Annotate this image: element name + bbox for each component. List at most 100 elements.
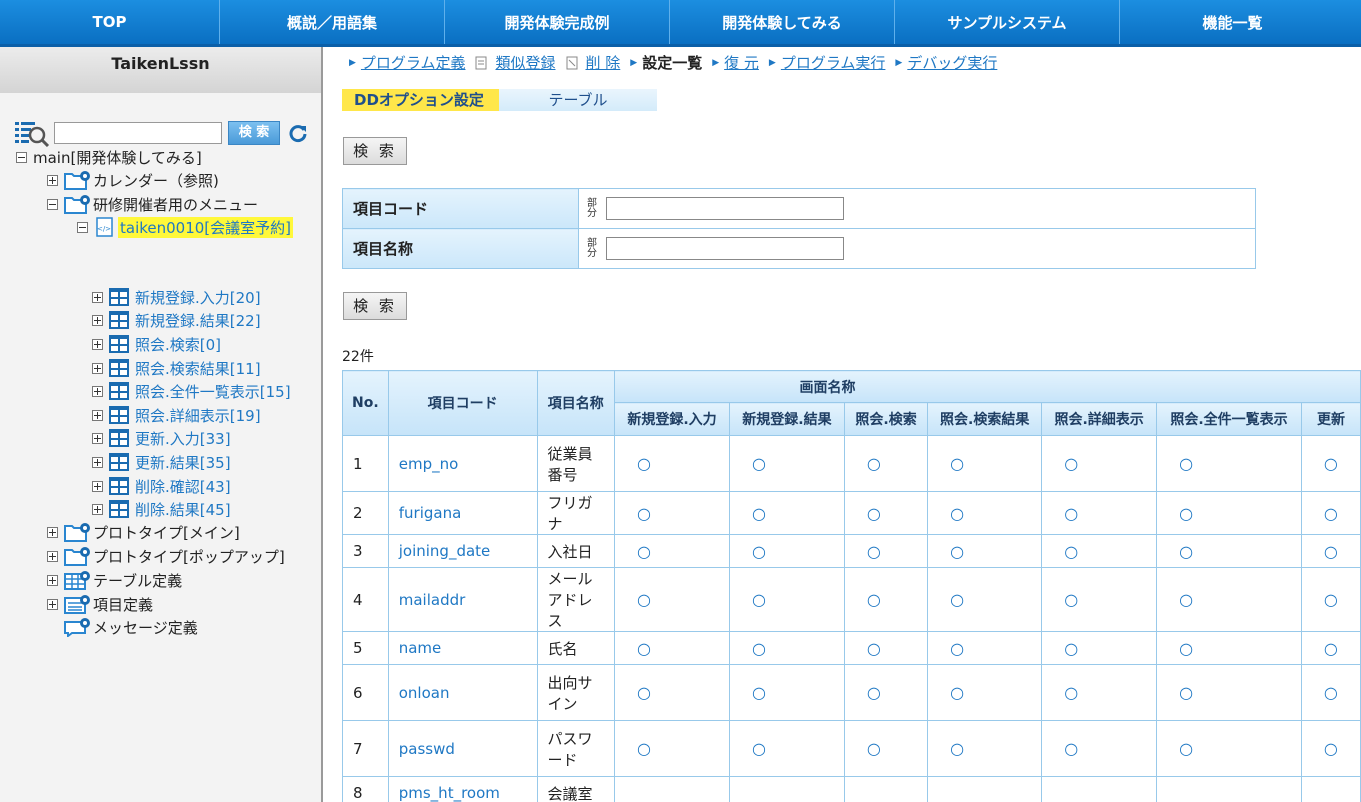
link-similar[interactable]: 類似登録 — [475, 52, 556, 73]
tree-search-input[interactable] — [54, 122, 222, 144]
search-button-bottom[interactable]: 検 索 — [343, 292, 407, 320]
tree-node-main[interactable]: main[開発体験してみる] — [16, 146, 202, 168]
tree-node-screen[interactable]: 照会.検索結果[11] — [92, 357, 261, 379]
tree-node-taiken0010[interactable]: </> taiken0010[会議室予約] — [77, 216, 294, 238]
collapse-toggle[interactable] — [77, 221, 88, 233]
link-label[interactable]: 削 除 — [586, 52, 621, 73]
tree-node-screen[interactable]: 削除.確認[43] — [92, 475, 231, 497]
tree-node-screen[interactable]: 削除.結果[45] — [92, 498, 231, 520]
collapse-toggle[interactable] — [16, 151, 27, 163]
row-screen-mark: ○ — [728, 534, 845, 568]
expand-toggle[interactable] — [47, 598, 58, 610]
tree-node-screen[interactable]: 更新.入力[33] — [92, 427, 231, 449]
nav-function-list[interactable]: 機能一覧 — [1120, 0, 1345, 44]
folder-gear-icon — [64, 171, 90, 190]
row-name: メールアドレス — [536, 567, 616, 632]
tree-node-organizer-menu[interactable]: 研修開催者用のメニュー — [47, 193, 258, 215]
expand-toggle[interactable] — [92, 503, 103, 515]
tree-node-screen[interactable]: 新規登録.入力[20] — [92, 286, 261, 308]
tab-table[interactable]: テーブル — [499, 89, 657, 111]
row-name: 氏名 — [536, 631, 616, 665]
refresh-icon[interactable] — [288, 123, 308, 143]
tree-search-button[interactable]: 検 索 — [228, 121, 280, 145]
link-program-def[interactable]: ▶ プログラム定義 — [349, 52, 465, 73]
table-row[interactable]: 2 furigana フリガナ ○ ○ ○ ○ ○ ○ ○ — [342, 491, 1361, 535]
link-label[interactable]: デバッグ実行 — [907, 52, 997, 73]
document-icon — [475, 56, 487, 69]
link-label[interactable]: プログラム定義 — [361, 52, 466, 73]
row-code-link[interactable]: name — [387, 631, 538, 665]
link-restore[interactable]: ▶ 復 元 — [712, 52, 759, 73]
tree-node-screen[interactable]: 照会.全件一覧表示[15] — [92, 380, 291, 402]
link-label[interactable]: 復 元 — [724, 52, 759, 73]
expand-toggle[interactable] — [92, 338, 103, 350]
tree-node-message-def[interactable]: メッセージ定義 — [64, 616, 198, 638]
row-screen-mark: ○ — [1156, 567, 1302, 632]
row-screen-mark: ○ — [1156, 435, 1302, 492]
table-row[interactable]: 1 emp_no 従業員番号 ○ ○ ○ ○ ○ ○ ○ — [342, 435, 1361, 492]
nav-top[interactable]: TOP — [0, 0, 220, 44]
expand-toggle[interactable] — [92, 480, 103, 492]
table-row[interactable]: 8 pms_ht_room 会議室 — [342, 776, 1361, 802]
expand-toggle[interactable] — [92, 291, 103, 303]
row-screen-mark: ○ — [1156, 631, 1302, 665]
tree-node-calendar[interactable]: カレンダー（参照) — [47, 169, 219, 191]
row-code-link[interactable]: onloan — [387, 664, 538, 721]
link-delete[interactable]: 削 除 — [566, 52, 621, 73]
header-screen: 照会.検索結果 — [927, 402, 1043, 436]
list-search-icon[interactable] — [14, 119, 50, 147]
nav-overview[interactable]: 概説／用語集 — [220, 0, 445, 44]
tree-node-prototype-popup[interactable]: プロトタイプ[ポップアップ] — [47, 545, 285, 567]
delete-document-icon — [566, 56, 577, 69]
tree-label: 削除.確認[43] — [135, 477, 231, 496]
search-button-top[interactable]: 検 索 — [343, 137, 407, 165]
tree-node-screen[interactable]: 照会.検索[0] — [92, 333, 221, 355]
collapse-toggle[interactable] — [47, 198, 58, 210]
tree-node-screen[interactable]: 照会.詳細表示[19] — [92, 404, 261, 426]
item-code-input[interactable] — [605, 197, 844, 220]
expand-toggle[interactable] — [92, 456, 103, 468]
table-row[interactable]: 6 onloan 出向サイン ○ ○ ○ ○ ○ ○ ○ — [342, 664, 1361, 721]
row-screen-mark: ○ — [1041, 567, 1158, 632]
sidebar: TaikenLssn 検 索 main[開発体験してみる] カレンダー（参照) … — [0, 47, 323, 802]
tree-node-screen[interactable]: 新規登録.結果[22] — [92, 309, 261, 331]
link-label[interactable]: 類似登録 — [495, 52, 555, 73]
nav-sample-system[interactable]: サンプルシステム — [895, 0, 1120, 44]
row-code-link[interactable]: pms_ht_room — [387, 776, 538, 802]
expand-toggle[interactable] — [92, 409, 103, 421]
row-code-link[interactable]: passwd — [387, 720, 538, 777]
expand-toggle[interactable] — [92, 362, 103, 374]
expand-toggle[interactable] — [47, 550, 58, 562]
nav-try-dev[interactable]: 開発体験してみる — [670, 0, 895, 44]
table-row[interactable]: 4 mailaddr メールアドレス ○ ○ ○ ○ ○ ○ ○ — [342, 567, 1361, 632]
tree-node-prototype-main[interactable]: プロトタイプ[メイン] — [47, 521, 240, 543]
table-row[interactable]: 3 joining_date 入社日 ○ ○ ○ ○ ○ ○ ○ — [342, 534, 1361, 568]
item-name-input[interactable] — [605, 237, 844, 260]
main-content: ▶ プログラム定義 類似登録 削 除 ▶ 設定一覧 ▶ 復 元 ▶ プログラム実行 ▶ デ… — [325, 47, 1361, 802]
partial-match-label: 部分 — [587, 237, 597, 259]
row-code-link[interactable]: mailaddr — [387, 567, 538, 632]
expand-toggle[interactable] — [47, 174, 58, 186]
row-code-link[interactable]: emp_no — [387, 435, 538, 492]
tree-node-screen[interactable]: 更新.結果[35] — [92, 451, 231, 473]
table-row[interactable]: 5 name 氏名 ○ ○ ○ ○ ○ ○ ○ — [342, 631, 1361, 665]
row-screen-mark: ○ — [927, 491, 1043, 535]
expand-toggle[interactable] — [92, 385, 103, 397]
expand-toggle[interactable] — [47, 526, 58, 538]
nav-completed-example[interactable]: 開発体験完成例 — [445, 0, 670, 44]
link-debug[interactable]: ▶ デバッグ実行 — [895, 52, 997, 73]
link-label[interactable]: プログラム実行 — [781, 52, 886, 73]
link-run[interactable]: ▶ プログラム実行 — [769, 52, 885, 73]
tree-label: 照会.検索結果[11] — [135, 359, 261, 378]
row-code-link[interactable]: joining_date — [387, 534, 538, 568]
tab-dd-option[interactable]: DDオプション設定 — [342, 89, 499, 111]
header-screen: 更新 — [1300, 402, 1361, 436]
tree-node-item-def[interactable]: 項目定義 — [47, 593, 153, 615]
screen-grid-icon — [109, 288, 129, 306]
expand-toggle[interactable] — [92, 314, 103, 326]
table-row[interactable]: 7 passwd パスワード ○ ○ ○ ○ ○ ○ ○ — [342, 720, 1361, 777]
tree-node-table-def[interactable]: テーブル定義 — [47, 569, 182, 591]
expand-toggle[interactable] — [92, 432, 103, 444]
expand-toggle[interactable] — [47, 574, 58, 586]
row-code-link[interactable]: furigana — [387, 491, 538, 535]
